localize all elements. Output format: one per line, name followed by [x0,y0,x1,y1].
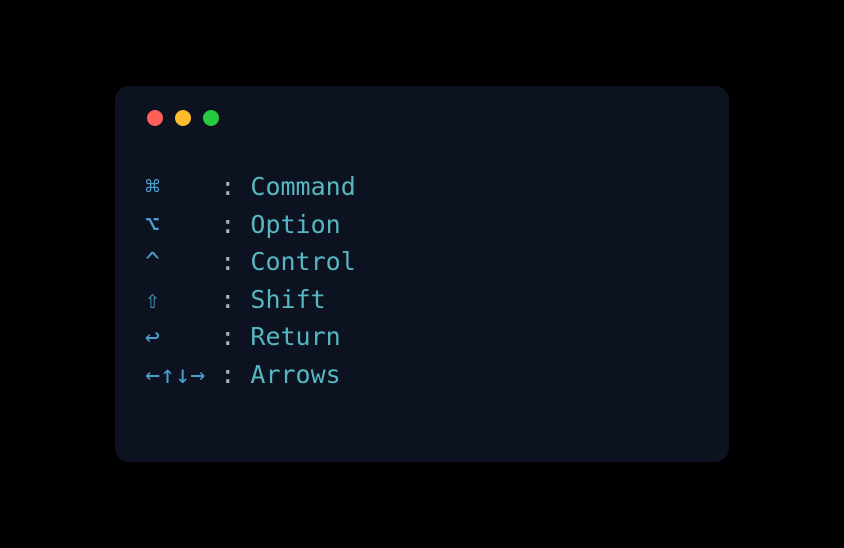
key-pad [160,281,220,319]
separator: : [220,318,250,356]
key-name: Arrows [250,356,340,394]
key-row: ↩ : Return [145,318,699,356]
separator: : [220,281,250,319]
terminal-window: ⌘ : Command ⌥ : Option ^ : Control ⇧ : S… [115,86,729,462]
separator: : [220,243,250,281]
key-name: Control [250,243,355,281]
separator: : [220,168,250,206]
key-pad [160,318,220,356]
key-symbol: ⇧ [145,281,160,319]
key-row: ⌘ : Command [145,168,699,206]
key-name: Command [250,168,355,206]
key-pad [205,356,220,394]
key-row: ⌥ : Option [145,206,699,244]
key-pad [160,206,220,244]
key-name: Option [250,206,340,244]
minimize-icon[interactable] [175,110,191,126]
key-row: ←↑↓→ : Arrows [145,356,699,394]
maximize-icon[interactable] [203,110,219,126]
key-symbol: ←↑↓→ [145,356,205,394]
close-icon[interactable] [147,110,163,126]
separator: : [220,206,250,244]
key-symbol: ↩ [145,318,160,356]
key-row: ⇧ : Shift [145,281,699,319]
key-pad [160,243,220,281]
key-symbol: ⌥ [145,206,160,244]
key-pad [160,168,220,206]
key-symbol: ⌘ [145,168,160,206]
terminal-content: ⌘ : Command ⌥ : Option ^ : Control ⇧ : S… [145,168,699,393]
traffic-lights [147,110,699,126]
key-name: Shift [250,281,325,319]
separator: : [220,356,250,394]
key-name: Return [250,318,340,356]
key-row: ^ : Control [145,243,699,281]
key-symbol: ^ [145,243,160,281]
